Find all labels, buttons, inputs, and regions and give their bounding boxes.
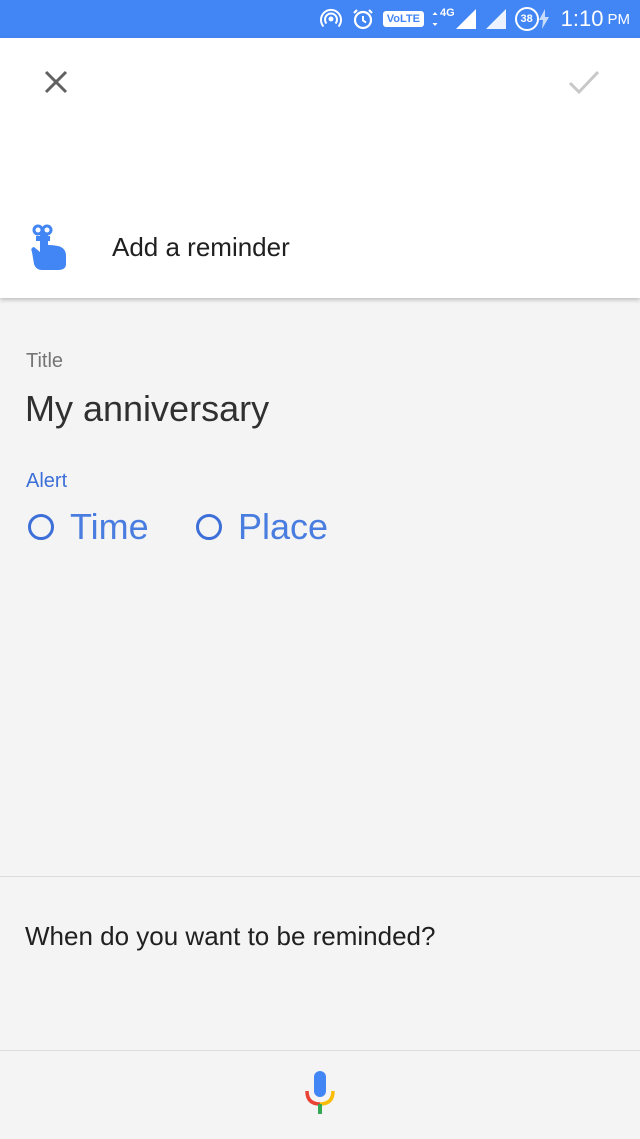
assistant-prompt-panel: When do you want to be reminded? [0,876,640,1051]
hotspot-icon [319,7,343,31]
alert-option-place[interactable]: Place [196,504,328,550]
alarm-icon [351,7,375,31]
alert-label: Alert [26,470,68,492]
reminder-label: Add a reminder [112,232,290,262]
assistant-prompt-text: When do you want to be reminded? [25,921,436,951]
microphone-button[interactable] [296,1067,344,1123]
network-type: 4G [439,7,455,19]
close-icon [43,69,69,100]
volte-icon: VoLTE [382,11,424,27]
radio-button-place[interactable] [196,514,222,540]
battery-level: 38 [514,7,539,31]
signal-icon: 4G [440,7,477,31]
close-button[interactable] [30,58,82,110]
finger-string-icon [28,222,72,272]
battery-charging-icon: 38 [514,7,549,31]
confirm-button[interactable] [558,58,610,110]
radio-button-time[interactable] [28,514,54,540]
clock-time: 1:10 [560,6,604,31]
alert-option-time[interactable]: Time [28,504,149,550]
voice-input-bar [0,1050,640,1139]
clock-ampm: PM [607,10,631,28]
signal-roaming-icon [485,7,507,31]
reminder-type-row: Add a reminder [0,218,640,282]
title-label: Title [26,350,64,372]
alert-option-label: Time [70,506,149,547]
alert-option-label: Place [238,506,329,547]
reminder-header: Add a reminder [0,38,640,298]
check-icon [568,69,600,100]
status-bar: VoLTE 4G 38 1:10 PM [0,0,640,38]
data-arrows-icon [432,7,438,31]
title-input[interactable]: My anniversary [25,388,269,430]
microphone-icon [303,1069,337,1122]
